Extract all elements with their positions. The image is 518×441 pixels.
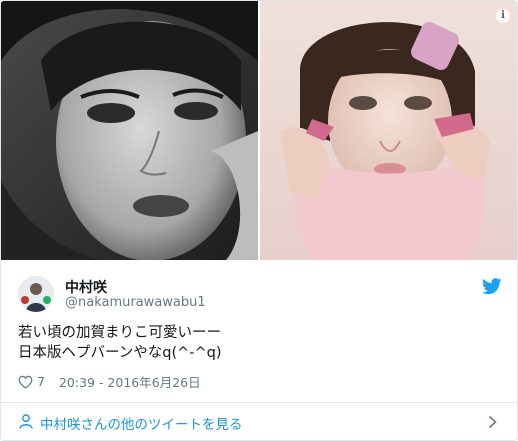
more-tweets-link[interactable]: 中村咲さんの他のツイートを見る (1, 403, 517, 440)
tweet-text: 若い頃の加賀まりこ可愛いーー 日本版ヘプバーンやなq(^-^q) (18, 323, 222, 363)
photo-right[interactable]: i (260, 1, 517, 260)
photo-left[interactable] (1, 1, 258, 260)
bw-portrait-image (1, 1, 258, 260)
tweet-media[interactable]: i (1, 1, 517, 260)
color-portrait-image (260, 1, 517, 260)
info-icon[interactable]: i (496, 9, 510, 23)
author-name[interactable]: 中村咲 (65, 277, 107, 297)
person-icon (19, 414, 33, 429)
tweet-author[interactable]: 中村咲 @nakamurawawabu1 (18, 276, 502, 316)
tweet-timestamp[interactable]: 20:39 - 2016年6月26日 (59, 372, 201, 391)
tweet-text-line1: 若い頃の加賀まりこ可愛いーー (18, 325, 221, 341)
tweet-text-line2: 日本版ヘプバーンやなq(^-^q) (18, 345, 222, 361)
heart-icon[interactable] (18, 375, 33, 389)
avatar-image (18, 276, 54, 312)
tweet-meta: 7 20:39 - 2016年6月26日 (18, 372, 201, 391)
like-count[interactable]: 7 (37, 374, 45, 389)
twitter-bird-icon[interactable] (482, 278, 502, 295)
avatar[interactable] (18, 276, 54, 312)
more-tweets-label[interactable]: 中村咲さんの他のツイートを見る (40, 413, 243, 433)
chevron-right-icon[interactable] (488, 415, 497, 429)
author-handle[interactable]: @nakamurawawabu1 (65, 295, 206, 310)
tweet-card: i 中村咲 @nakamurawawabu1 若い頃の加賀まりこ可愛いーー 日本… (0, 0, 518, 441)
